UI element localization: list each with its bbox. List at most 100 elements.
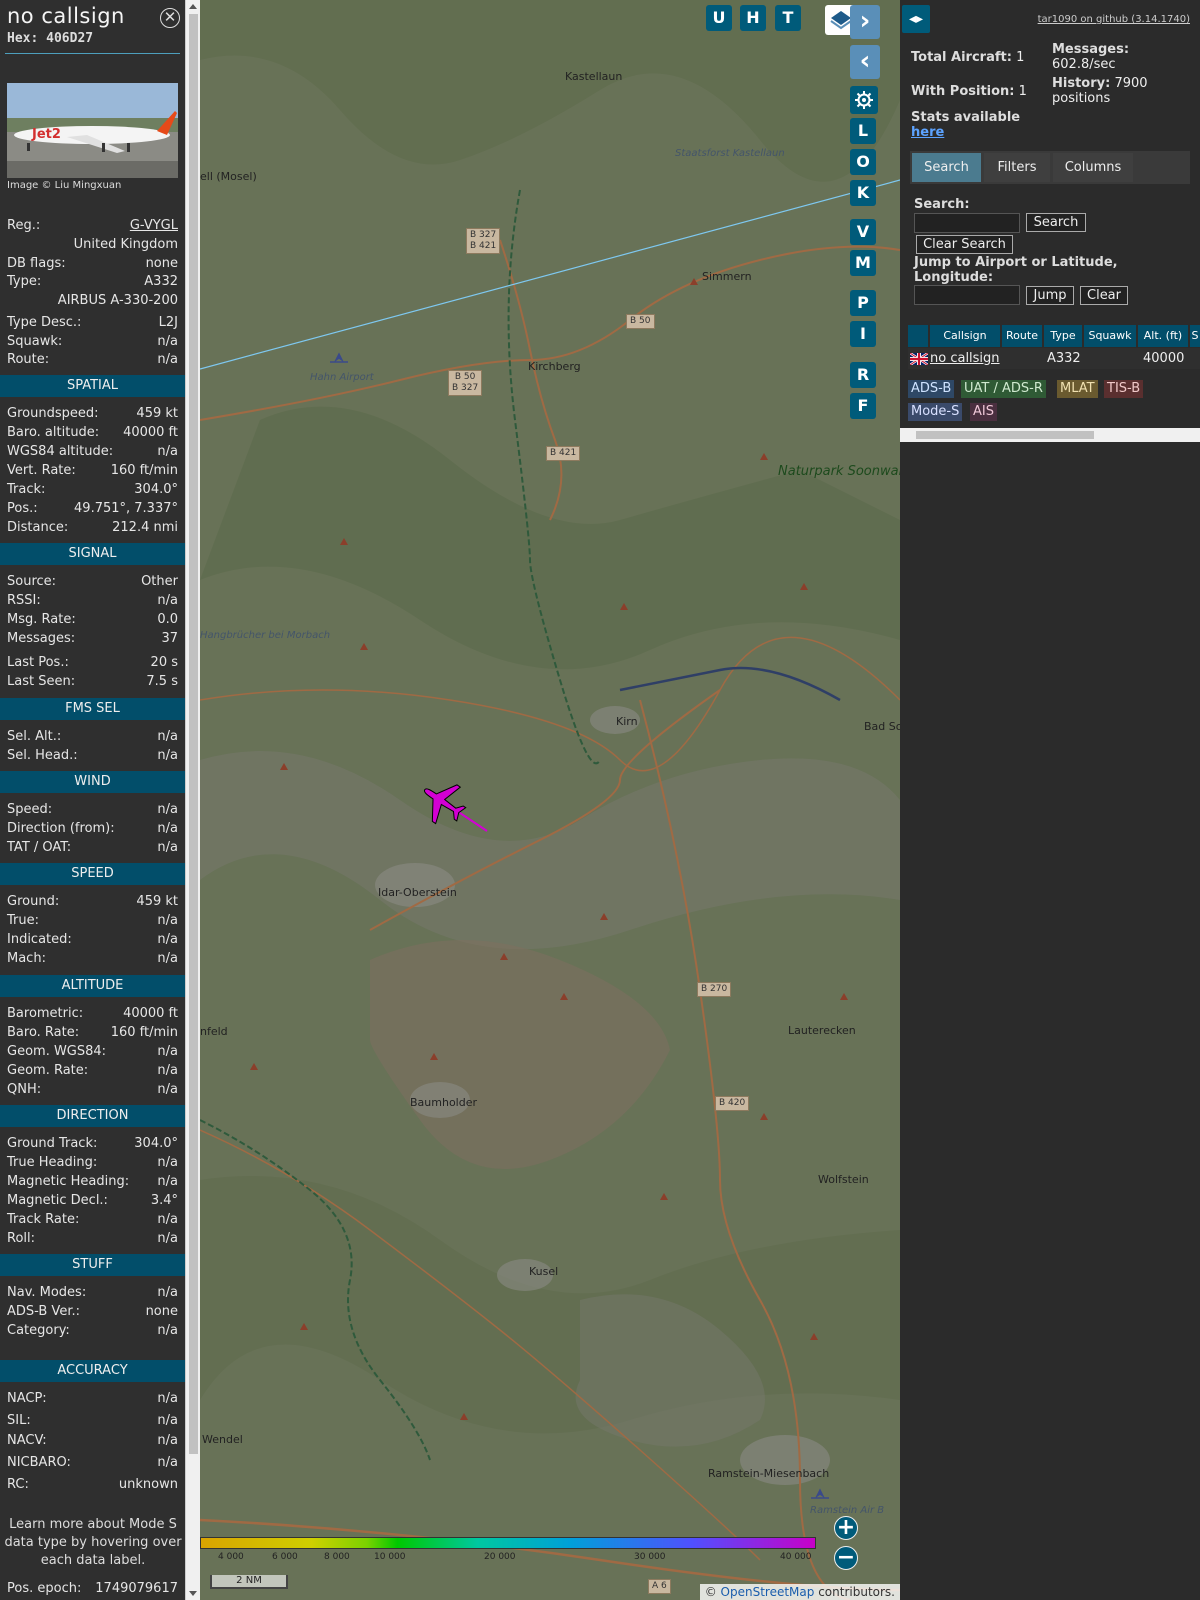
info-row: True Heading: n/a (7, 1155, 178, 1173)
info-key: RC: (7, 1477, 29, 1492)
map-button-r[interactable]: R (850, 362, 876, 388)
column-flag (908, 325, 928, 347)
info-value: unknown (118, 1477, 178, 1492)
map-button-o[interactable]: O (850, 149, 876, 175)
info-key: Baro. altitude: (7, 425, 100, 440)
attribution-link[interactable]: OpenStreetMap (721, 1585, 815, 1599)
scroll-up-icon[interactable] (189, 4, 197, 9)
column-type[interactable]: Type (1044, 325, 1082, 347)
source-tag-uat: UAT / ADS-R (961, 380, 1046, 398)
source-tag-adsb: ADS-B (908, 380, 955, 398)
column-callsign[interactable]: Callsign (930, 325, 1000, 347)
panel-tabs: Search Filters Columns (910, 151, 1190, 184)
clear-button[interactable]: Clear (1080, 286, 1128, 305)
map-button-l[interactable]: L (850, 118, 876, 144)
column-speed[interactable]: S (1190, 325, 1200, 347)
stats-here-link[interactable]: here (911, 125, 944, 140)
aircraft-photo[interactable]: Jet2 (7, 83, 178, 178)
info-row: NICBARO: n/a (7, 1455, 178, 1473)
github-link[interactable]: tar1090 on github (3.14.1740) (1038, 14, 1190, 25)
info-row: Category: n/a (7, 1323, 178, 1341)
road-shield: B 327 B 421 (466, 228, 501, 254)
reg-row: Reg.: G-VYGL (7, 218, 178, 236)
map-button-m[interactable]: M (850, 250, 876, 276)
info-row: Barometric: 40000 ft (7, 1006, 178, 1024)
info-panel-scrollbar[interactable] (185, 0, 200, 1600)
info-key: ADS-B Ver.: (7, 1304, 80, 1319)
road-shield: B 270 (697, 982, 732, 997)
town-label: Kirn (616, 715, 638, 728)
search-input[interactable] (914, 213, 1020, 233)
info-row: Geom. WGS84: n/a (7, 1044, 178, 1062)
source-tag-modes: Mode-S (908, 403, 963, 421)
row-callsign-link[interactable]: no callsign (930, 349, 1000, 368)
info-key: Ground Track: (7, 1136, 98, 1151)
expand-collapse-icon[interactable]: ◂▸ (902, 5, 930, 33)
info-value: 7.5 s (146, 674, 178, 689)
section-wind: WIND (0, 771, 185, 793)
search-button[interactable]: Search (1026, 213, 1086, 232)
divider (5, 53, 180, 54)
jump-input[interactable] (914, 285, 1020, 305)
town-label: Idar-Oberstein (378, 886, 457, 899)
column-altitude[interactable]: Alt. (ft) (1138, 325, 1188, 347)
info-key: Magnetic Heading: (7, 1174, 130, 1189)
info-key: Sel. Head.: (7, 748, 78, 763)
map-button-p[interactable]: P (850, 290, 876, 316)
town-label: Ramstein-Miesenbach (708, 1467, 830, 1480)
scrollbar-thumb[interactable] (916, 431, 1094, 439)
tab-search[interactable]: Search (912, 153, 981, 182)
hex-value: 406D27 (46, 31, 94, 46)
map-button-v[interactable]: V (850, 219, 876, 245)
jump-button[interactable]: Jump (1026, 286, 1074, 305)
info-row: TAT / OAT: n/a (7, 840, 178, 858)
town-label: Baumholder (410, 1096, 478, 1109)
map-button-t[interactable]: T (775, 5, 801, 31)
info-value: n/a (157, 840, 178, 855)
reg-link[interactable]: G-VYGL (130, 218, 178, 233)
info-key: Geom. Rate: (7, 1063, 89, 1078)
info-value: 212.4 nmi (112, 520, 178, 535)
info-value: 40000 ft (123, 1006, 178, 1021)
map-button-h[interactable]: H (740, 5, 766, 31)
close-icon[interactable]: ✕ (160, 8, 180, 28)
settings-gear-icon[interactable] (850, 86, 878, 114)
info-value: 160 ft/min (110, 1025, 178, 1040)
info-key: Pos. epoch: (7, 1581, 82, 1596)
row-squawk (1084, 349, 1136, 368)
zoom-out-button[interactable]: − (834, 1546, 858, 1570)
info-row: Baro. altitude: 40000 ft (7, 425, 178, 443)
road-shield: B 50 B 327 (448, 370, 483, 396)
section-spatial: SPATIAL (0, 375, 185, 397)
table-horizontal-scrollbar[interactable] (900, 428, 1200, 442)
info-row: RSSI: n/a (7, 593, 178, 611)
tab-columns[interactable]: Columns (1053, 153, 1133, 182)
chevron-left-icon[interactable]: ‹ (850, 45, 880, 79)
altitude-color-legend (200, 1537, 816, 1549)
info-value: 160 ft/min (110, 463, 178, 478)
info-row: SIL: n/a (7, 1413, 178, 1431)
info-value: n/a (157, 1212, 178, 1227)
map-button-k[interactable]: K (850, 180, 876, 206)
info-row: Sel. Head.: n/a (7, 748, 178, 766)
aircraft-info-panel: no callsign Hex: 406D27 ✕ Jet2 Image © L… (0, 0, 185, 1600)
section-direction: DIRECTION (0, 1105, 185, 1127)
map-button-i[interactable]: I (850, 321, 876, 347)
scroll-down-icon[interactable] (189, 1591, 197, 1596)
info-value: n/a (157, 748, 178, 763)
zoom-in-button[interactable]: + (834, 1516, 858, 1540)
map-button-f[interactable]: F (850, 393, 876, 419)
squawk-label: Squawk: (7, 334, 63, 349)
map-button-u[interactable]: U (706, 5, 732, 31)
scrollbar-thumb[interactable] (189, 14, 198, 1454)
chevron-right-icon[interactable]: › (850, 5, 880, 39)
map[interactable]: Kastellaun ell (Mosel) Staatsforst Kaste… (200, 0, 900, 1600)
column-squawk[interactable]: Squawk (1084, 325, 1136, 347)
tab-filters[interactable]: Filters (984, 153, 1050, 182)
info-row: Source: Other (7, 574, 178, 592)
column-route[interactable]: Route (1002, 325, 1042, 347)
legend-tick: 6 000 (272, 1552, 298, 1562)
section-speed: SPEED (0, 863, 185, 885)
attribution-suffix: contributors. (818, 1585, 895, 1599)
clear-search-button[interactable]: Clear Search (916, 235, 1013, 254)
